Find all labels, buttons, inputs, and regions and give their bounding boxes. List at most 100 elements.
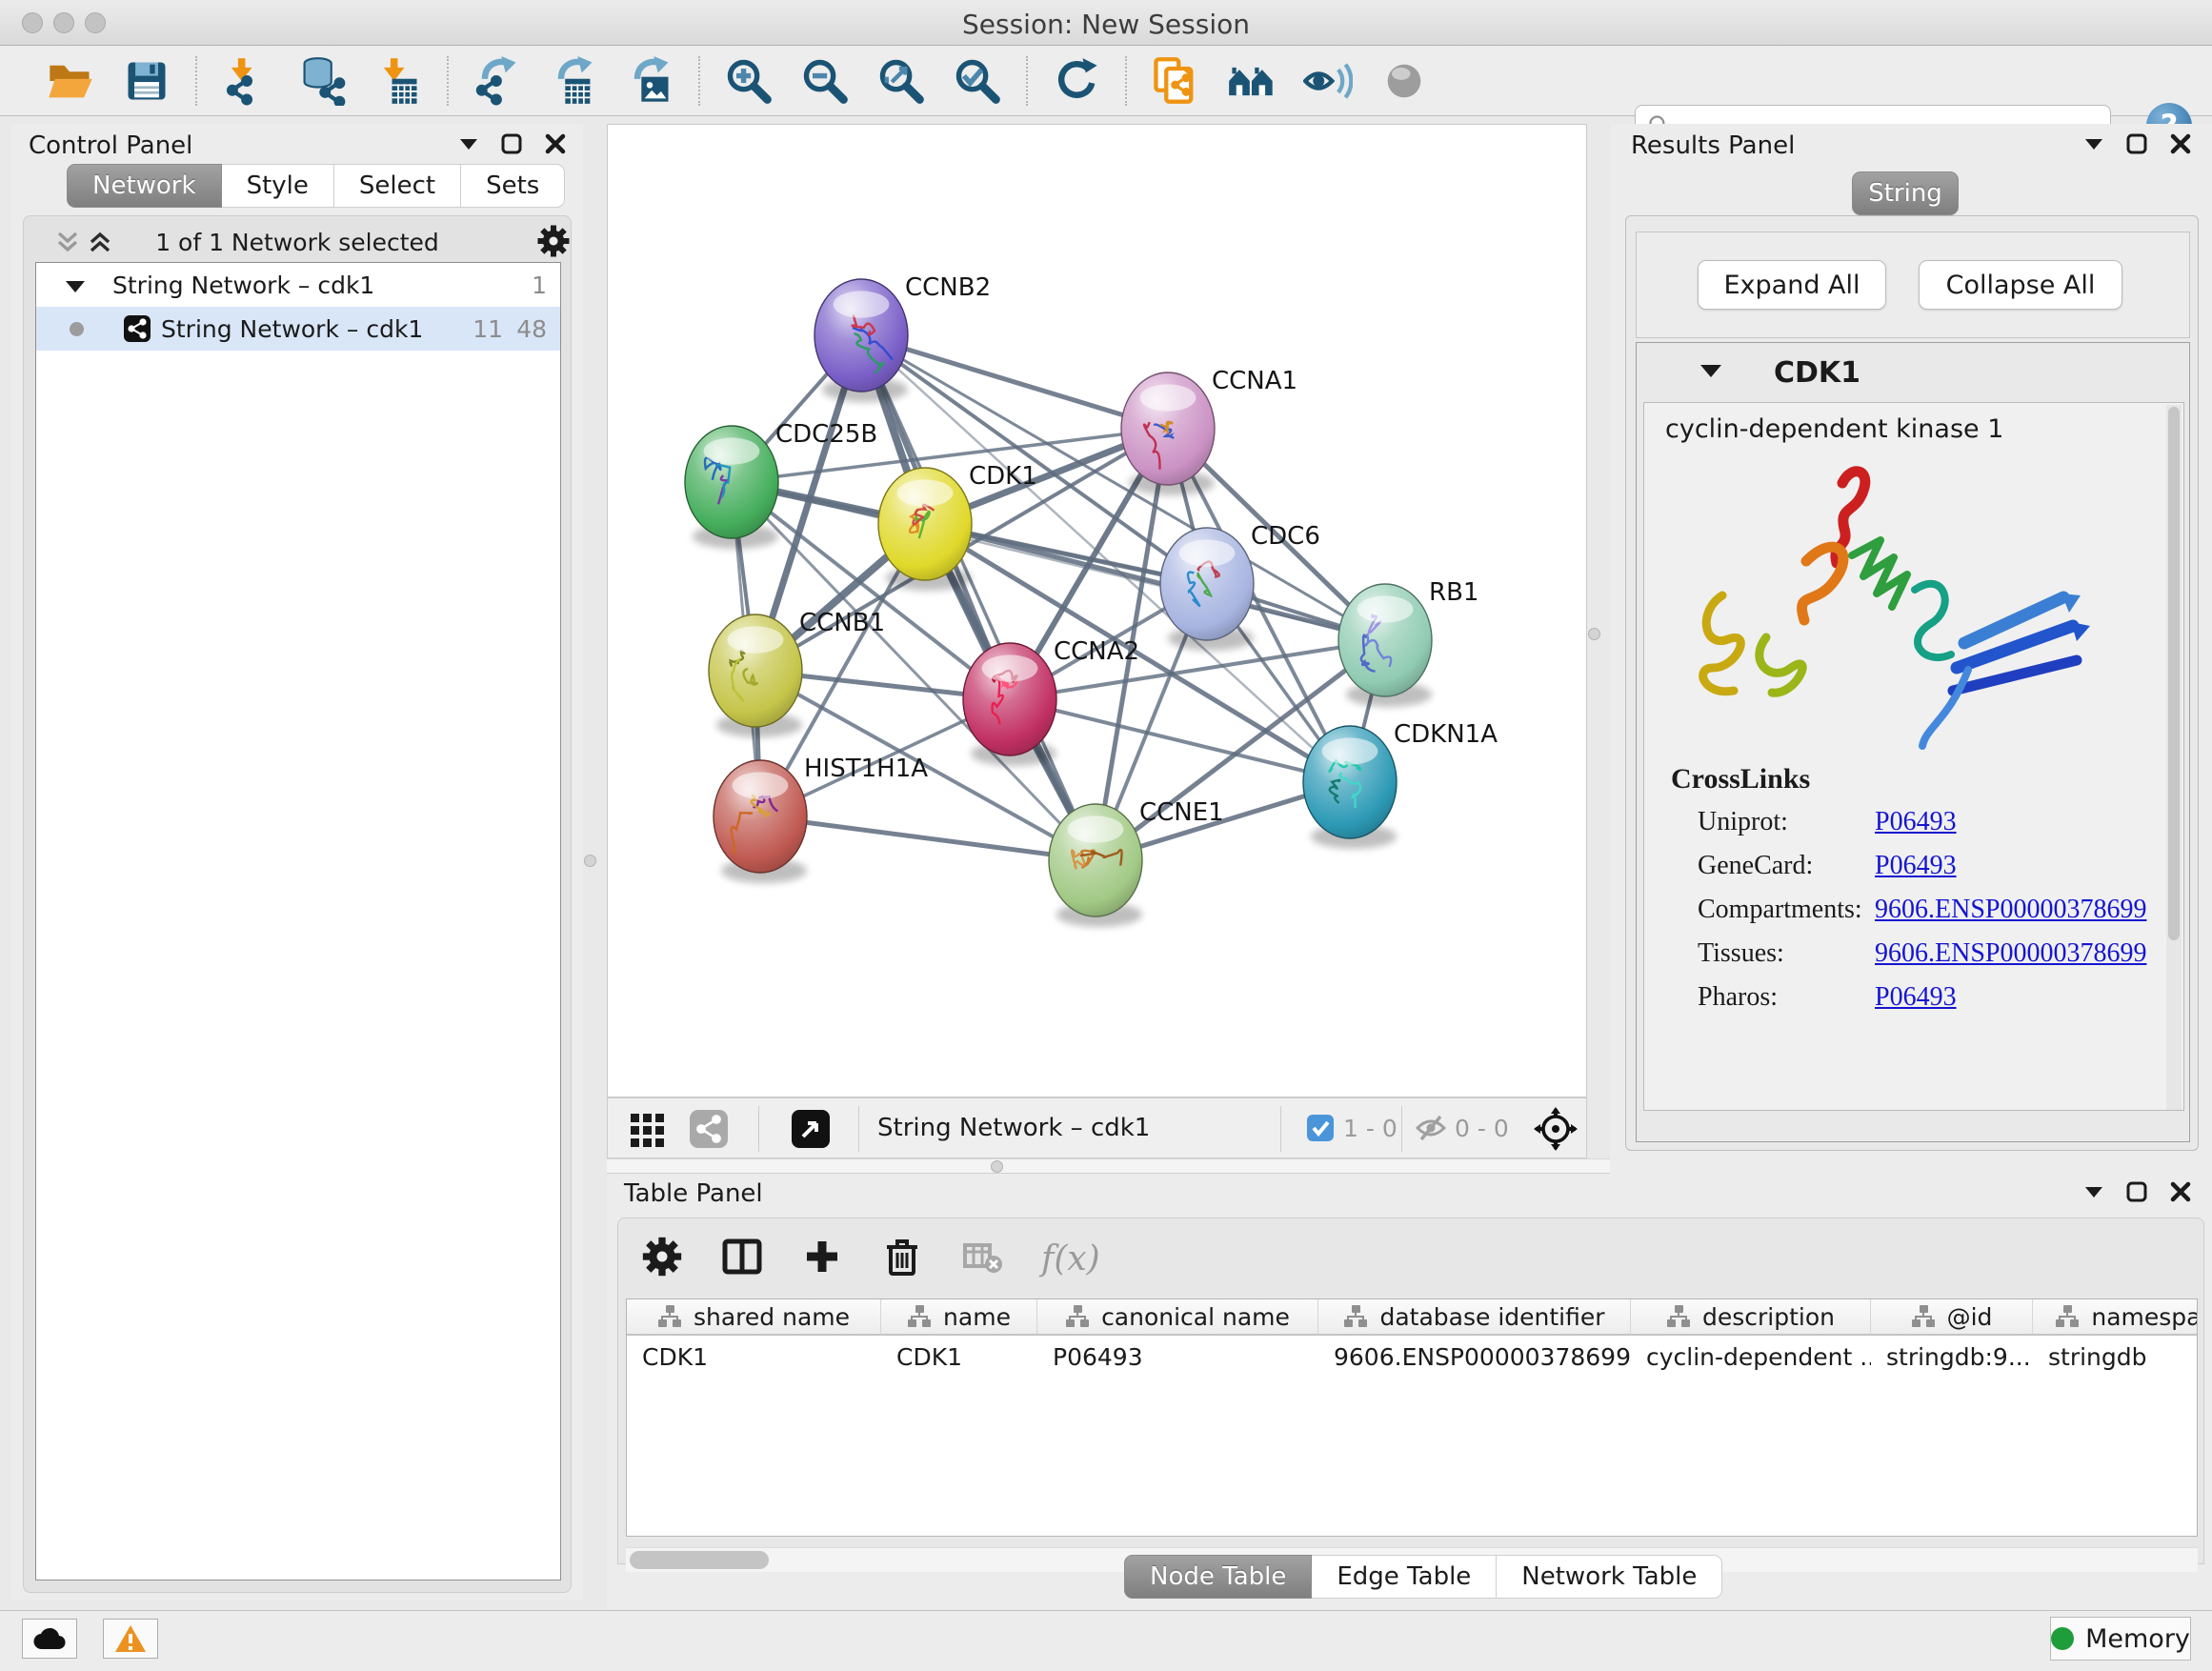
import-table-icon[interactable] [372, 55, 424, 107]
tab-select[interactable]: Select [334, 164, 461, 208]
create-column-icon[interactable] [801, 1236, 843, 1281]
expand-all-button[interactable]: Expand All [1698, 260, 1886, 310]
column-header-canonical-name[interactable]: canonical name [1037, 1299, 1318, 1336]
left-splitter-handle[interactable] [584, 855, 596, 867]
eye-signal-icon[interactable] [1302, 55, 1354, 107]
table-hscrollbar-thumb[interactable] [630, 1551, 769, 1569]
panel-menu-icon[interactable] [459, 138, 478, 151]
entry-collapse-icon[interactable] [1699, 364, 1722, 378]
splitter-handle[interactable] [991, 1160, 1003, 1173]
network-options-gear-icon[interactable] [536, 224, 571, 262]
network-view-share-icon[interactable] [690, 1110, 728, 1152]
cloud-button[interactable] [22, 1619, 77, 1659]
zoom-out-icon[interactable] [799, 55, 851, 107]
collapse-all-button[interactable]: Collapse All [1919, 260, 2122, 310]
fit-selected-crosshair-icon[interactable] [1534, 1107, 1578, 1155]
crosslink-link[interactable]: 9606.ENSP00000378699 [1875, 895, 2146, 925]
import-database-icon[interactable] [296, 55, 348, 107]
selected-checkbox-icon[interactable] [1306, 1114, 1335, 1146]
column-header--id[interactable]: @id [1871, 1299, 2033, 1336]
grid-view-icon[interactable] [629, 1110, 667, 1152]
toolbar-separator [698, 56, 700, 106]
control-panel-title: Control Panel [29, 131, 192, 160]
tab-style[interactable]: Style [222, 164, 334, 208]
crosslink-label: GeneCard: [1698, 851, 1813, 880]
panel-close-icon[interactable] [2170, 133, 2191, 154]
node-entry-header[interactable]: CDK1 [1637, 343, 2189, 402]
column-label: name [943, 1303, 1011, 1331]
export-network-icon[interactable] [472, 55, 523, 107]
table-options-gear-icon[interactable] [641, 1236, 683, 1281]
crosslink-link[interactable]: P06493 [1875, 851, 1957, 881]
table-row[interactable]: CDK1CDK1P064939606.ENSP00000378699cyclin… [627, 1338, 2198, 1376]
node-HIST1H1A[interactable] [714, 760, 807, 883]
tab-node-table[interactable]: Node Table [1124, 1555, 1312, 1599]
node-RB1[interactable] [1338, 584, 1432, 707]
export-table-icon[interactable] [548, 55, 599, 107]
node-CCNA2[interactable] [963, 643, 1056, 766]
panel-menu-icon[interactable] [2084, 138, 2103, 151]
refresh-icon[interactable] [1051, 55, 1102, 107]
panel-close-icon[interactable] [545, 133, 566, 154]
edge-CCNB2-CCNA1[interactable] [861, 335, 1168, 429]
results-scrollbar[interactable] [2166, 405, 2182, 1110]
save-session-icon[interactable] [121, 55, 172, 107]
tab-sets[interactable]: Sets [461, 164, 565, 208]
crosslink-row: Pharos:P06493 [1698, 982, 2174, 1020]
edge-HIST1H1A-CCNE1[interactable] [760, 816, 1096, 860]
panel-float-icon[interactable] [2126, 133, 2147, 154]
hidden-eye-icon[interactable] [1414, 1113, 1448, 1147]
zoom-selected-icon[interactable] [952, 55, 1003, 107]
memory-button[interactable]: Memory [2050, 1617, 2191, 1661]
node-label-HIST1H1A: HIST1H1A [804, 755, 928, 783]
column-header-database-identifier[interactable]: database identifier [1318, 1299, 1631, 1336]
tab-edge-table[interactable]: Edge Table [1312, 1555, 1497, 1599]
protein-structure-image [1682, 456, 2130, 752]
network-row[interactable]: String Network – cdk1 11 48 [36, 307, 560, 351]
import-network-icon[interactable] [220, 55, 271, 107]
crosslink-row: Tissues:9606.ENSP00000378699 [1698, 938, 2174, 976]
node-CCNA1[interactable] [1121, 372, 1215, 495]
documents-share-icon[interactable] [1150, 55, 1201, 107]
crosslink-link[interactable]: P06493 [1875, 807, 1957, 837]
column-header-name[interactable]: name [881, 1299, 1037, 1336]
panel-float-icon[interactable] [501, 133, 522, 154]
delete-table-icon[interactable] [961, 1236, 1003, 1281]
results-scrollbar-thumb[interactable] [2168, 407, 2180, 940]
node-CDC25B[interactable] [685, 426, 778, 549]
tab-string[interactable]: String [1852, 171, 1959, 215]
zoom-in-icon[interactable] [723, 55, 774, 107]
panel-float-icon[interactable] [2126, 1181, 2147, 1202]
birdseye-view-icon[interactable] [792, 1110, 830, 1152]
column-header-shared-name[interactable]: shared name [627, 1299, 881, 1336]
collection-expand-icon[interactable] [65, 280, 86, 293]
zoom-fit-icon[interactable] [875, 55, 927, 107]
delete-column-icon[interactable] [881, 1236, 923, 1281]
sphere-icon[interactable] [1378, 55, 1430, 107]
right-splitter-handle[interactable] [1588, 628, 1600, 640]
entry-gene-name: CDK1 [1774, 356, 1860, 390]
export-image-icon[interactable] [624, 55, 675, 107]
function-builder-icon[interactable]: f(x) [1041, 1239, 1100, 1278]
node-CCNE1[interactable] [1049, 804, 1142, 927]
node-CCNB2[interactable] [814, 279, 908, 402]
show-columns-icon[interactable] [721, 1236, 763, 1281]
panel-menu-icon[interactable] [2084, 1186, 2103, 1198]
column-header-description[interactable]: description [1631, 1299, 1871, 1336]
network-collection-row[interactable]: String Network – cdk1 1 [36, 263, 560, 307]
tab-network-table[interactable]: Network Table [1497, 1555, 1722, 1599]
node-CDK1[interactable] [878, 468, 972, 591]
crosslink-link[interactable]: P06493 [1875, 982, 1957, 1013]
open-session-icon[interactable] [45, 55, 96, 107]
network-canvas[interactable]: CCNB2CCNA1CDC25BCDK1CDC6RB1CCNB1CCNA2CDK… [607, 124, 1587, 1097]
tab-network[interactable]: Network [67, 164, 222, 208]
column-header-namespace[interactable]: namespace [2033, 1299, 2198, 1336]
node-CDC6[interactable] [1160, 528, 1254, 651]
panel-close-icon[interactable] [2170, 1181, 2191, 1202]
crosslink-link[interactable]: 9606.ENSP00000378699 [1875, 938, 2146, 969]
houses-icon[interactable] [1226, 55, 1277, 107]
node-CDKN1A[interactable] [1303, 726, 1397, 849]
network-graph[interactable]: CCNB2CCNA1CDC25BCDK1CDC6RB1CCNB1CCNA2CDK… [608, 125, 1586, 1097]
node-CCNB1[interactable] [709, 614, 802, 737]
warnings-button[interactable] [103, 1619, 158, 1659]
